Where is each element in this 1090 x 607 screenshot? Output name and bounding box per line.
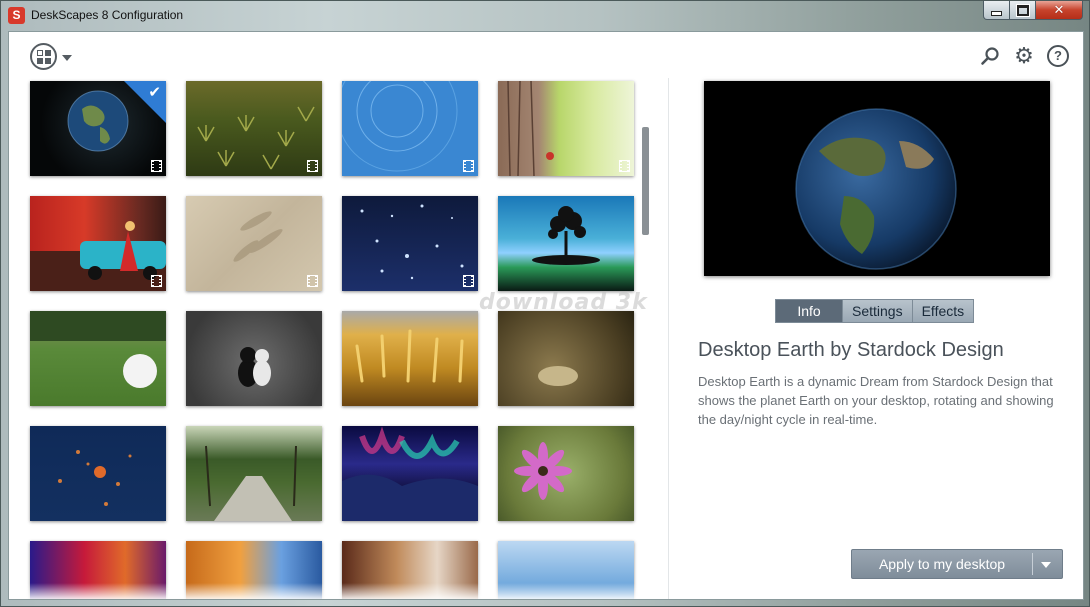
thumbnail-wheat-field[interactable]	[342, 311, 478, 406]
earth-preview-art	[795, 108, 957, 270]
gallery-fade	[9, 583, 659, 599]
video-film-icon	[151, 160, 162, 172]
dream-gallery[interactable]: ✔	[9, 78, 659, 599]
dream-title: Desktop Earth by Stardock Design	[698, 339, 1004, 361]
detail-tabs: Info Settings Effects	[775, 299, 975, 323]
layout-dropdown-chevron-icon[interactable]	[62, 55, 72, 61]
aurora-thumbnail-art	[342, 426, 478, 521]
tab-info[interactable]: Info	[775, 299, 843, 323]
thumbnail-retro-car[interactable]	[30, 196, 166, 291]
close-icon: ✕	[1053, 2, 1065, 18]
window-title: DeskScapes 8 Configuration	[31, 8, 184, 22]
maximize-button[interactable]	[1010, 1, 1036, 20]
thumbnail-aurora[interactable]	[342, 426, 478, 521]
thumbnail-sand[interactable]	[186, 196, 322, 291]
thumbnail-dry-grass[interactable]	[498, 311, 634, 406]
thumbnail-desktop-earth[interactable]: ✔	[30, 81, 166, 176]
apply-button-group: Apply to my desktop	[851, 549, 1063, 579]
video-film-icon	[307, 160, 318, 172]
preview-image	[704, 81, 1050, 276]
thumbnail-floating-tree[interactable]	[498, 196, 634, 291]
lane-thumbnail-art	[205, 445, 297, 521]
grass-thumbnail-art	[197, 106, 315, 170]
layout-view-button[interactable]	[30, 43, 57, 70]
close-button[interactable]: ✕	[1036, 1, 1083, 20]
video-film-icon	[307, 275, 318, 287]
checkmark-icon: ✔	[148, 83, 161, 101]
grid-layout-icon	[36, 49, 51, 64]
toolbar: ⚙ ?	[9, 32, 1083, 78]
tab-settings[interactable]: Settings	[843, 299, 913, 323]
apply-to-desktop-button[interactable]: Apply to my desktop	[852, 550, 1032, 578]
search-icon[interactable]	[979, 45, 1001, 67]
pane-divider	[668, 78, 669, 599]
client-area: ⚙ ? ✔ download 3k Info Settings Effects …	[8, 31, 1084, 600]
dry-grass-thumbnail-art	[538, 366, 578, 386]
thumbnail-pink-flower[interactable]	[498, 426, 634, 521]
gallery-scrollbar[interactable]	[642, 127, 649, 235]
thumbnail-pine-grass[interactable]	[186, 81, 322, 176]
thumbnail-golf-ball[interactable]	[30, 311, 166, 406]
apply-separator	[1032, 553, 1033, 575]
sand-thumbnail-art	[233, 211, 283, 262]
flower-thumbnail-art	[514, 442, 572, 500]
maximize-icon	[1015, 3, 1030, 17]
tab-effects[interactable]: Effects	[912, 299, 975, 323]
deskscapes-app-icon[interactable]: S	[8, 7, 25, 24]
video-film-icon	[151, 275, 162, 287]
title-bar[interactable]: S DeskScapes 8 Configuration ✕	[1, 1, 1089, 31]
video-film-icon	[463, 160, 474, 172]
thumbnail-blue-circles[interactable]	[342, 81, 478, 176]
tree-thumbnail-art	[532, 206, 600, 265]
minimize-icon	[991, 10, 1002, 16]
apply-dropdown-chevron-icon[interactable]	[1041, 562, 1051, 568]
thumbnail-tree-bark[interactable]	[498, 81, 634, 176]
thumbnail-tree-lane[interactable]	[186, 426, 322, 521]
watermark-text: download 3k	[479, 290, 648, 315]
dream-description: Desktop Earth is a dynamic Dream from St…	[698, 374, 1054, 427]
cats-thumbnail-art	[238, 347, 271, 387]
minimize-button[interactable]	[983, 1, 1010, 20]
planets-thumbnail-art	[58, 450, 132, 506]
app-window: S DeskScapes 8 Configuration ✕ ⚙ ? ✔ dow…	[0, 0, 1090, 607]
video-film-icon	[463, 275, 474, 287]
help-icon[interactable]: ?	[1047, 45, 1069, 67]
thumbnail-planets[interactable]	[30, 426, 166, 521]
thumbnail-night-stars[interactable]	[342, 196, 478, 291]
blue-circles-thumbnail-art	[342, 81, 458, 172]
stars-thumbnail-art	[360, 204, 464, 280]
thumbnail-cats[interactable]	[186, 311, 322, 406]
wheat-thumbnail-art	[355, 329, 464, 383]
car-thumbnail-art	[30, 221, 166, 291]
gear-icon[interactable]: ⚙	[1013, 45, 1035, 67]
bark-thumbnail-art	[507, 81, 554, 176]
golf-thumbnail-art	[30, 311, 166, 388]
video-film-icon	[619, 160, 630, 172]
